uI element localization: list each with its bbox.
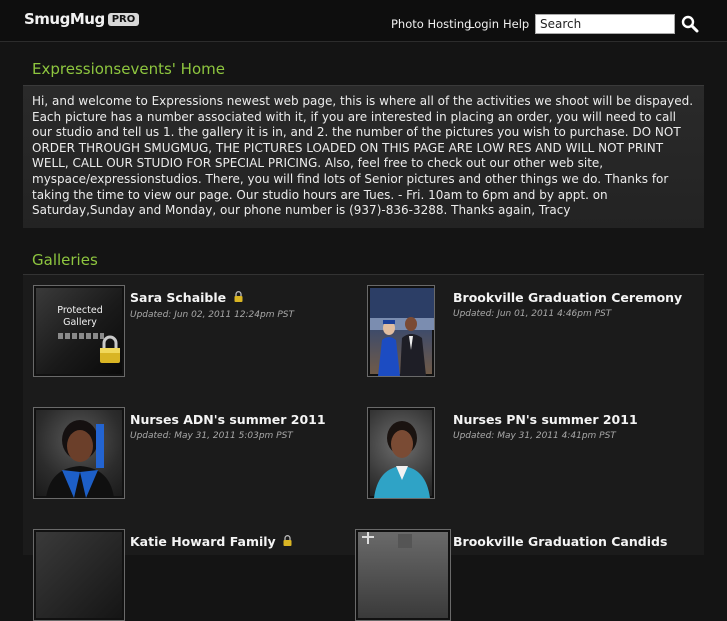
gallery-thumbnail[interactable]	[33, 529, 125, 621]
search-icon[interactable]	[681, 15, 699, 33]
gallery-title-text[interactable]: Sara Schaible	[130, 290, 226, 305]
gallery-title[interactable]: Nurses ADN's summer 2011	[130, 412, 326, 427]
nav-photo-hosting-link[interactable]: Photo Hosting	[391, 17, 471, 31]
gallery-updated: Updated: May 31, 2011 5:03pm PST	[130, 431, 293, 441]
top-bar: SmugMug PRO Photo Hosting Login Help Sear…	[0, 0, 727, 42]
gallery-title[interactable]: Brookville Graduation Ceremony	[453, 290, 682, 305]
gallery-updated: Updated: Jun 02, 2011 12:24pm PST	[130, 310, 294, 320]
about-title: Expressionsevents' Home	[32, 60, 225, 78]
nurse-portrait-photo	[46, 420, 114, 498]
about-panel: Hi, and welcome to Expressions newest we…	[23, 85, 704, 228]
nav-login-link[interactable]: Login	[468, 17, 499, 31]
gallery-updated: Updated: Jun 01, 2011 4:46pm PST	[453, 309, 612, 319]
graduation-photo	[370, 288, 434, 376]
logo-text: SmugMug	[24, 10, 105, 28]
gallery-title[interactable]: Nurses PN's summer 2011	[453, 412, 638, 427]
gallery-title[interactable]: Sara Schaible	[130, 290, 243, 305]
candids-photo	[362, 532, 412, 548]
lock-icon	[234, 291, 242, 302]
gallery-title[interactable]: Brookville Graduation Candids	[453, 534, 667, 549]
gallery-title[interactable]: Katie Howard Family	[130, 534, 292, 549]
gallery-thumbnail[interactable]	[355, 529, 451, 621]
gallery-thumbnail[interactable]: Protected Gallery	[33, 285, 125, 377]
protected-label: Gallery	[63, 317, 97, 328]
gallery-thumbnail[interactable]	[367, 285, 435, 377]
about-text: Hi, and welcome to Expressions newest we…	[32, 94, 694, 218]
gallery-thumbnail[interactable]	[33, 407, 125, 499]
lock-icon	[283, 535, 292, 546]
nav-help-link[interactable]: Help	[503, 17, 529, 31]
gallery-title-text[interactable]: Katie Howard Family	[130, 534, 276, 549]
pro-badge: PRO	[107, 13, 140, 26]
galleries-title: Galleries	[32, 251, 98, 269]
gallery-thumbnail[interactable]	[367, 407, 435, 499]
smugmug-logo[interactable]: SmugMug PRO	[24, 10, 140, 28]
nurse-portrait-photo	[374, 421, 430, 498]
protected-label: Protected	[57, 305, 103, 316]
gallery-updated: Updated: May 31, 2011 4:41pm PST	[453, 431, 616, 441]
search-input[interactable]: Search	[535, 14, 675, 34]
lock-icon	[100, 335, 120, 363]
